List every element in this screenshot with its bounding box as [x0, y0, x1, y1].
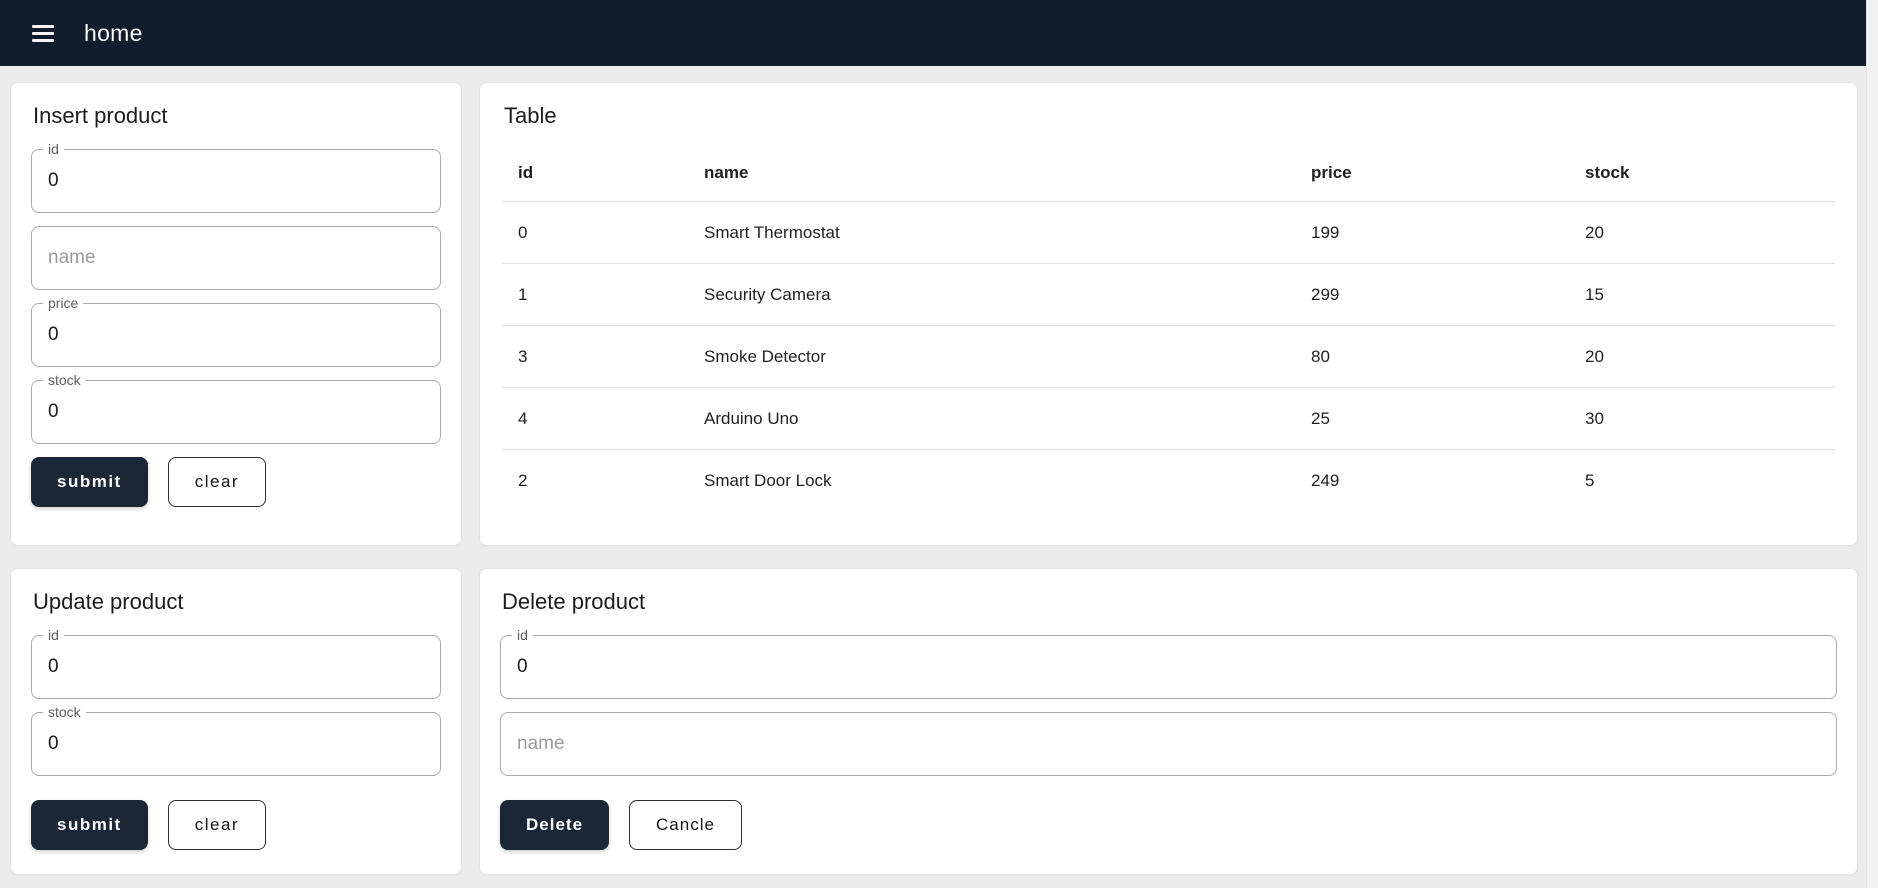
table-header-id: id [502, 149, 688, 202]
insert-stock-input[interactable] [32, 381, 440, 443]
table-cell: Arduino Uno [688, 387, 1295, 450]
delete-product-card: Delete product id Delete Cancle [479, 568, 1858, 875]
page-title: home [84, 19, 143, 46]
insert-clear-button[interactable]: clear [167, 457, 267, 507]
table-cell: 15 [1569, 263, 1835, 326]
insert-price-field: price [31, 295, 441, 367]
table-cell: Smoke Detector [688, 325, 1295, 388]
table-cell: 199 [1295, 201, 1569, 264]
update-product-card: Update product id stock submit clear [10, 568, 462, 875]
table-row: 0 Smart Thermostat 199 20 [502, 201, 1835, 264]
update-stock-field: stock [31, 704, 441, 776]
insert-name-field [31, 226, 441, 290]
table-cell: Security Camera [688, 263, 1295, 326]
update-clear-button[interactable]: clear [167, 800, 267, 850]
cancel-button[interactable]: Cancle [629, 800, 742, 850]
insert-price-label: price [43, 295, 84, 312]
delete-buttons: Delete Cancle [500, 800, 1837, 850]
insert-stock-field: stock [31, 372, 441, 444]
table-cell: 25 [1295, 387, 1569, 450]
table-row: 3 Smoke Detector 80 20 [502, 325, 1835, 388]
table-header-price: price [1295, 149, 1569, 202]
table-cell: Smart Door Lock [704, 470, 832, 490]
delete-id-label: id [512, 627, 533, 644]
table-body: 0 Smart Thermostat 199 20 1 Security Camera 29… [502, 201, 1835, 512]
table-cell: 3 [502, 325, 688, 388]
table-cell: 0 [502, 201, 688, 264]
delete-id-field: id [500, 627, 1837, 699]
table-cell: 20 [1569, 325, 1835, 388]
insert-id-input[interactable] [32, 150, 440, 212]
insert-submit-button[interactable]: submit [31, 457, 148, 507]
table-cell: 4 [502, 387, 688, 450]
table-header-name: name [688, 149, 1295, 202]
table-row: 1 Security Camera 299 15 [502, 263, 1835, 326]
update-stock-label: stock [43, 704, 86, 721]
table-cell: 2 [518, 470, 528, 490]
table-cell: Smart Thermostat [688, 201, 1295, 264]
update-card-title: Update product [33, 589, 184, 614]
table-row: 4 Arduino Uno 25 30 [502, 387, 1835, 450]
update-id-input[interactable] [32, 636, 440, 698]
delete-name-field [500, 712, 1837, 776]
update-id-label: id [43, 627, 64, 644]
hamburger-icon [32, 24, 54, 28]
table-row: 2 Smart Door Lock 249 5 [502, 450, 1835, 512]
table-header-stock: stock [1569, 149, 1835, 202]
update-submit-button[interactable]: submit [31, 800, 148, 850]
update-buttons: submit clear [31, 800, 441, 850]
table-cell: 299 [1295, 263, 1569, 326]
delete-card-title: Delete product [502, 589, 646, 614]
table-header-row: id name price stock [502, 149, 1835, 202]
insert-id-field: id [31, 141, 441, 213]
products-table: id name price stock 0 Smart Thermostat 199… [502, 149, 1835, 512]
table-cell: 20 [1569, 201, 1835, 264]
insert-name-input[interactable] [32, 227, 440, 289]
vertical-scrollbar[interactable] [1866, 0, 1878, 888]
table-cell: 30 [1569, 387, 1835, 450]
table-cell: 249 [1311, 470, 1340, 490]
products-table-card: Table id name price stock 0 Smart Thermos… [479, 82, 1858, 546]
main-content: Insert product id price stock submit cle… [0, 66, 1878, 875]
update-id-field: id [31, 627, 441, 699]
insert-stock-label: stock [43, 372, 86, 389]
delete-button[interactable]: Delete [500, 800, 610, 850]
table-cell: 80 [1295, 325, 1569, 388]
menu-button[interactable] [24, 17, 62, 50]
insert-buttons: submit clear [31, 457, 441, 507]
delete-name-input[interactable] [501, 713, 1836, 775]
table-cell: 5 [1585, 470, 1595, 490]
table-card-title: Table [504, 103, 557, 128]
update-stock-input[interactable] [32, 713, 440, 775]
insert-card-title: Insert product [33, 103, 168, 128]
navbar: home [0, 0, 1878, 66]
insert-product-card: Insert product id price stock submit cle… [10, 82, 462, 546]
insert-id-label: id [43, 141, 64, 158]
delete-id-input[interactable] [501, 636, 1836, 698]
insert-price-input[interactable] [32, 304, 440, 366]
table-cell: 1 [502, 263, 688, 326]
